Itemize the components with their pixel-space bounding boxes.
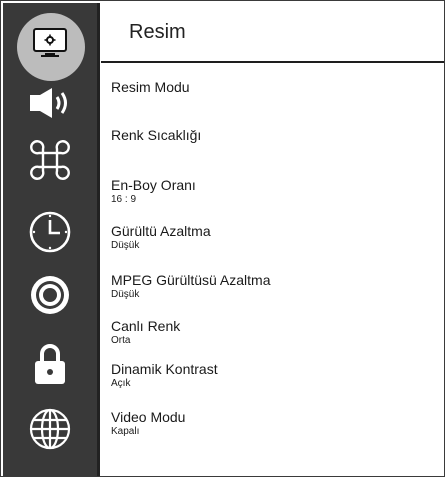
menu-item-aspect-ratio[interactable]: En-Boy Oranı 16 : 9 xyxy=(111,177,431,206)
sidebar-item-picture[interactable] xyxy=(3,13,97,81)
menu-item-mpeg-noise-reduction[interactable]: MPEG Gürültüsü Azaltma Düşük xyxy=(111,272,431,301)
menu-item-color-temperature[interactable]: Renk Sıcaklığı xyxy=(111,127,431,143)
menu-item-label: Gürültü Azaltma xyxy=(111,223,211,239)
page-title: Resim xyxy=(129,21,186,43)
menu-item-value: Düşük xyxy=(111,240,140,251)
menu-item-value: Açık xyxy=(111,378,131,389)
menu-item-value: 16 : 9 xyxy=(111,194,137,205)
sidebar-item-settings[interactable] xyxy=(3,269,97,321)
menu-item-dynamic-contrast[interactable]: Dinamik Kontrast Açık xyxy=(111,361,431,390)
gear-icon xyxy=(31,276,69,314)
menu-item-picture-mode[interactable]: Resim Modu xyxy=(111,79,431,95)
menu-item-label: Canlı Renk xyxy=(111,318,181,334)
menu-item-value: Düşük xyxy=(111,289,140,300)
menu-item-vivid-color[interactable]: Canlı Renk Orta xyxy=(111,318,431,347)
menu-item-label: Resim Modu xyxy=(111,79,190,95)
sidebar-item-timer[interactable] xyxy=(3,206,97,258)
sidebar-divider xyxy=(97,3,100,476)
menu-item-value: Kapalı xyxy=(111,426,140,437)
clock-icon xyxy=(29,211,71,253)
sidebar-item-apps[interactable] xyxy=(3,134,97,186)
sidebar-item-lock[interactable] xyxy=(3,338,97,390)
menu-item-label: MPEG Gürültüsü Azaltma xyxy=(111,272,271,288)
menu-item-video-mode[interactable]: Video Modu Kapalı xyxy=(111,409,431,438)
speaker-icon xyxy=(30,88,67,118)
settings-window: Resim Resim Modu Renk Sıcaklığı En-Boy O… xyxy=(0,0,445,477)
menu-item-label: Video Modu xyxy=(111,409,186,425)
lock-icon xyxy=(35,344,65,384)
main-panel: Resim Resim Modu Renk Sıcaklığı En-Boy O… xyxy=(101,3,444,476)
menu-item-label: En-Boy Oranı xyxy=(111,177,196,193)
menu-item-label: Renk Sıcaklığı xyxy=(111,127,202,143)
menu-item-noise-reduction[interactable]: Gürültü Azaltma Düşük xyxy=(111,223,431,252)
title-bar: Resim xyxy=(101,3,444,63)
monitor-icon xyxy=(33,28,67,57)
sidebar-item-sound[interactable] xyxy=(3,77,97,129)
globe-icon xyxy=(29,408,71,450)
sidebar-item-network[interactable] xyxy=(3,403,97,455)
menu-item-value: Orta xyxy=(111,335,131,346)
command-icon xyxy=(30,140,70,180)
sidebar xyxy=(3,3,97,476)
menu-item-label: Dinamik Kontrast xyxy=(111,361,218,377)
